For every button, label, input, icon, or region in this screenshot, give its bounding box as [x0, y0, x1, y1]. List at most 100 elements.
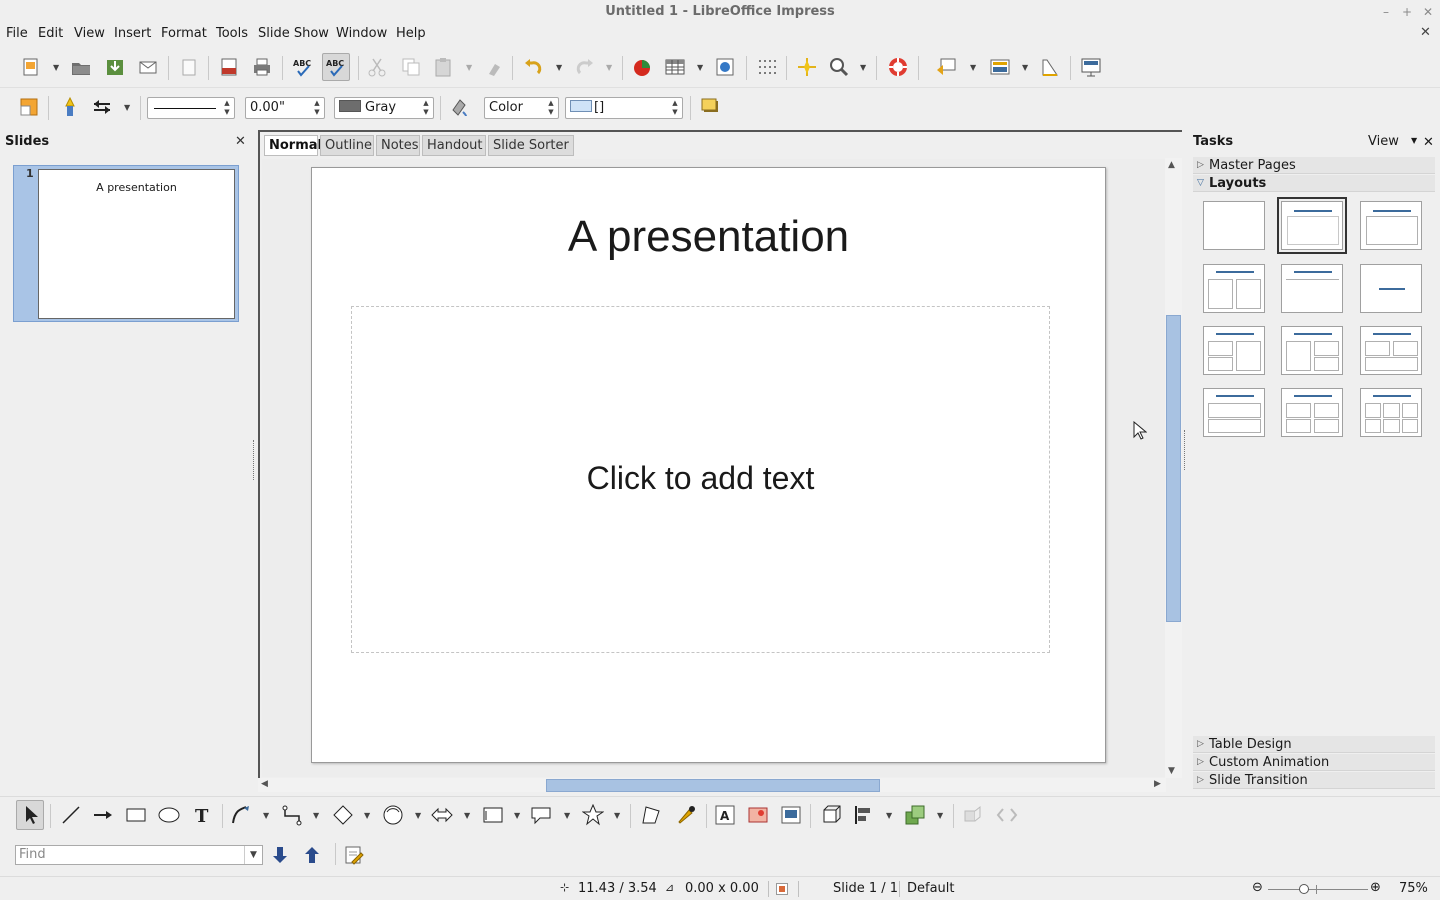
basic-shapes-icon[interactable] [332, 804, 354, 826]
horizontal-scroll-thumb[interactable] [546, 779, 880, 792]
area-style-spinner-icon[interactable]: ▲ ▼ [546, 99, 556, 117]
tab-normal[interactable]: Normal [264, 135, 322, 156]
connector-dropdown-icon[interactable]: ▼ [313, 811, 319, 820]
menu-edit[interactable]: Edit [38, 24, 63, 44]
extrusion-icon[interactable] [820, 804, 842, 826]
tab-slide-sorter[interactable]: Slide Sorter [488, 135, 574, 156]
connector-tool-icon[interactable] [281, 804, 303, 826]
export-pdf-icon[interactable] [218, 56, 240, 78]
glue-points-icon[interactable] [675, 804, 697, 826]
layout-title-2content-over-content[interactable] [1360, 326, 1422, 375]
layout-title-two-content[interactable] [1203, 264, 1265, 313]
tab-handout[interactable]: Handout [422, 135, 486, 156]
layout-centered-text[interactable] [1360, 264, 1422, 313]
find-input[interactable]: Find [15, 845, 263, 865]
new-dropdown-icon[interactable]: ▼ [53, 63, 59, 72]
layout-title-content-over-content[interactable] [1203, 388, 1265, 437]
line-width-spinner-icon[interactable]: ▲ ▼ [312, 99, 322, 117]
tasks-view-menu[interactable]: View ▼ [1368, 134, 1417, 149]
master-page-name[interactable]: Default [907, 881, 955, 896]
paste-icon[interactable] [432, 56, 454, 78]
basic-shapes-dropdown-icon[interactable]: ▼ [364, 811, 370, 820]
zoom-out-icon[interactable]: ⊖ [1252, 880, 1263, 895]
find-next-icon[interactable] [270, 845, 290, 865]
callouts-dropdown-icon[interactable]: ▼ [564, 811, 570, 820]
line-arrow-tool-icon[interactable] [92, 804, 114, 826]
maximize-button[interactable]: + [1399, 4, 1415, 20]
area-fill-spinner-icon[interactable]: ▲ ▼ [670, 99, 680, 117]
new-document-icon[interactable] [20, 56, 42, 78]
slide-title[interactable]: A presentation [311, 212, 1106, 262]
area-style-select[interactable]: Color ▲ ▼ [484, 97, 559, 119]
slide-layout-icon[interactable] [989, 56, 1011, 78]
symbol-shapes-dropdown-icon[interactable]: ▼ [415, 811, 421, 820]
layout-title-only[interactable] [1360, 201, 1422, 250]
line-tool-icon[interactable] [60, 804, 82, 826]
content-placeholder-text[interactable]: Click to add text [351, 460, 1050, 497]
ellipse-tool-icon[interactable] [158, 804, 180, 826]
line-style-select[interactable]: ▲ ▼ [147, 97, 235, 119]
section-layouts[interactable]: ▽ Layouts [1193, 175, 1435, 192]
right-splitter-handle-icon[interactable] [1184, 430, 1186, 470]
media-icon[interactable] [780, 804, 802, 826]
arrow-style-dropdown-icon[interactable]: ▼ [124, 103, 130, 112]
line-width-input[interactable]: 0.00" ▲ ▼ [245, 97, 325, 119]
layout-title-4-content[interactable] [1281, 388, 1343, 437]
layout-title-2content-content[interactable] [1203, 326, 1265, 375]
open-folder-icon[interactable] [70, 56, 92, 78]
table-icon[interactable] [664, 56, 686, 78]
tab-notes[interactable]: Notes [376, 135, 420, 156]
arrange-icon[interactable] [904, 804, 926, 826]
splitter-handle-icon[interactable] [253, 440, 255, 480]
close-document-icon[interactable]: ✕ [1420, 26, 1434, 40]
toggle-extrusion-icon[interactable] [962, 804, 984, 826]
menu-view[interactable]: View [74, 24, 105, 44]
layout-blank[interactable] [1203, 201, 1265, 250]
spelling-icon[interactable]: ABC [292, 56, 314, 78]
section-custom-animation[interactable]: ▷ Custom Animation [1193, 754, 1435, 771]
print-icon[interactable] [251, 56, 273, 78]
undo-icon[interactable] [522, 56, 544, 78]
block-arrows-dropdown-icon[interactable]: ▼ [464, 811, 470, 820]
scroll-left-icon[interactable]: ◀ [261, 779, 268, 789]
save-icon[interactable] [104, 56, 126, 78]
text-tool-icon[interactable]: T [192, 804, 214, 826]
zoom-in-icon[interactable]: ⊕ [1370, 880, 1381, 895]
rectangle-tool-icon[interactable] [125, 804, 147, 826]
area-icon[interactable] [448, 96, 470, 118]
points-icon[interactable] [640, 804, 662, 826]
undo-dropdown-icon[interactable]: ▼ [556, 63, 562, 72]
auto-spellcheck-icon[interactable]: ABC [322, 53, 350, 81]
slide-dropdown-icon[interactable]: ▼ [970, 63, 976, 72]
clone-formatting-icon[interactable] [484, 56, 506, 78]
paste-dropdown-icon[interactable]: ▼ [466, 63, 472, 72]
scroll-down-icon[interactable]: ▼ [1168, 766, 1175, 776]
stars-dropdown-icon[interactable]: ▼ [614, 811, 620, 820]
table-dropdown-icon[interactable]: ▼ [697, 63, 703, 72]
scroll-right-icon[interactable]: ▶ [1154, 779, 1161, 789]
callouts-icon[interactable] [530, 804, 552, 826]
fontwork-icon[interactable]: A [714, 804, 736, 826]
slides-panel-close-icon[interactable]: ✕ [235, 134, 246, 149]
master-slide-icon[interactable] [1039, 56, 1061, 78]
arrange-dropdown-icon[interactable]: ▼ [937, 811, 943, 820]
section-slide-transition[interactable]: ▷ Slide Transition [1193, 772, 1435, 789]
curve-dropdown-icon[interactable]: ▼ [263, 811, 269, 820]
zoom-icon[interactable] [828, 56, 850, 78]
helplines-icon[interactable] [796, 56, 818, 78]
zoom-slider[interactable] [1268, 889, 1368, 890]
menu-window[interactable]: Window [336, 24, 387, 44]
help-icon[interactable] [887, 56, 909, 78]
menu-tools[interactable]: Tools [216, 24, 248, 44]
arrow-style-icon[interactable] [91, 96, 113, 118]
navigator-icon[interactable] [714, 56, 736, 78]
line-icon[interactable] [59, 96, 81, 118]
vertical-scroll-thumb[interactable] [1166, 315, 1181, 622]
close-window-button[interactable]: ✕ [1420, 4, 1436, 20]
minimize-button[interactable]: – [1378, 4, 1394, 20]
section-table-design[interactable]: ▷ Table Design [1193, 736, 1435, 753]
find-replace-icon[interactable] [343, 844, 365, 866]
line-style-spinner-icon[interactable]: ▲ ▼ [222, 99, 232, 117]
area-fill-select[interactable]: [] ▲ ▼ [565, 97, 683, 119]
redo-dropdown-icon[interactable]: ▼ [606, 63, 612, 72]
